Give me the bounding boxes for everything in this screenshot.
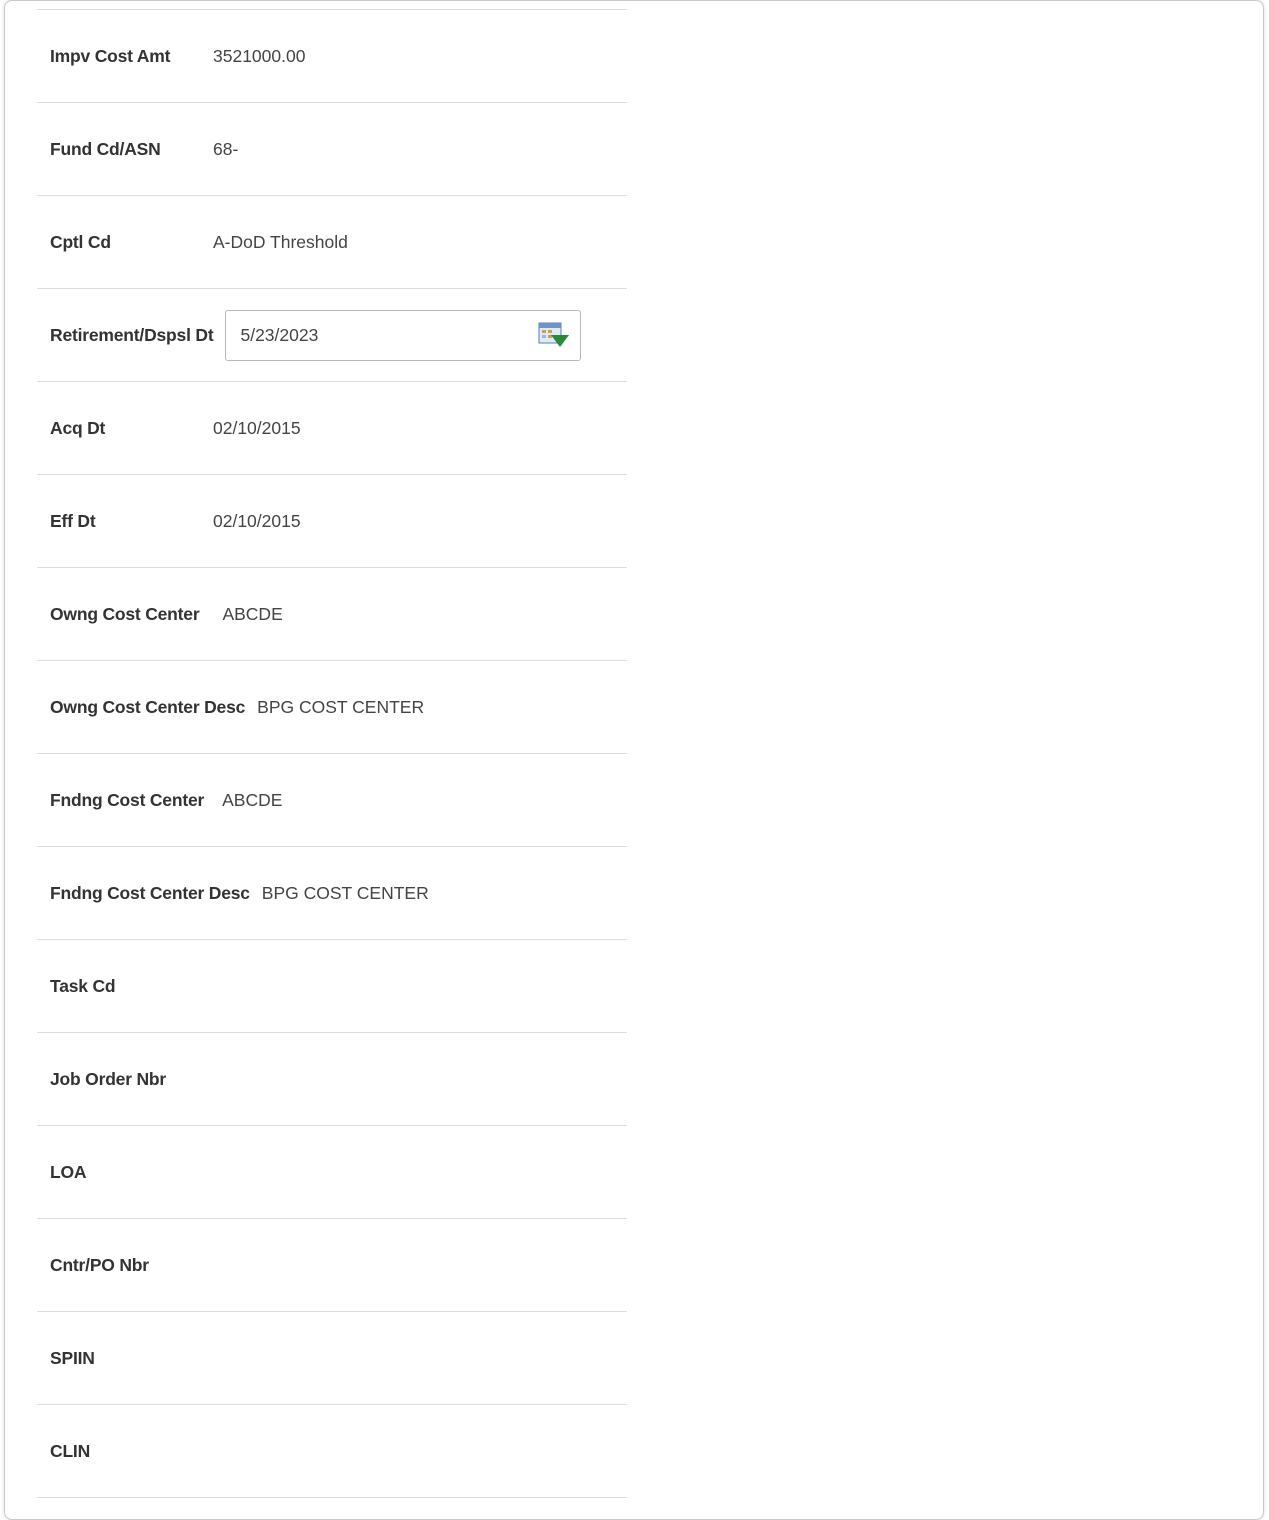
field-value: ABCDE	[222, 603, 283, 624]
calendar-icon[interactable]	[538, 321, 570, 349]
field-label: Fund Cd/ASN	[50, 138, 161, 159]
field-label: Eff Dt	[50, 510, 96, 531]
field-label: Fndng Cost Center Desc	[50, 882, 250, 903]
field-row-impv-cost-amt: Impv Cost Amt 3521000.00	[37, 10, 627, 103]
field-label: Job Order Nbr	[50, 1068, 167, 1089]
detail-panel: Impv Cost Amt 3521000.00 Fund Cd/ASN 68-…	[4, 0, 1264, 1520]
field-label: Fndng Cost Center	[50, 789, 205, 810]
field-label: Cntr/PO Nbr	[50, 1254, 149, 1275]
field-label: Retirement/Dspsl Dt	[50, 324, 214, 345]
field-value: BPG COST CENTER	[257, 696, 425, 717]
asset-detail-form: Impv Cost Amt 3521000.00 Fund Cd/ASN 68-…	[37, 9, 627, 1498]
field-row-owng-cost-center: Owng Cost Center ABCDE	[37, 568, 627, 661]
field-row-spiin: SPIIN	[37, 1312, 627, 1405]
field-row-eff-dt: Eff Dt 02/10/2015	[37, 475, 627, 568]
field-row-fndng-cost-center: Fndng Cost Center ABCDE	[37, 754, 627, 847]
field-label: Impv Cost Amt	[50, 45, 171, 66]
field-label: SPIIN	[50, 1347, 95, 1368]
field-row-loa: LOA	[37, 1126, 627, 1219]
field-value: 3521000.00	[213, 45, 306, 66]
field-label: Acq Dt	[50, 417, 106, 438]
field-row-retirement-dspsl-dt: Retirement/Dspsl Dt	[37, 289, 627, 382]
field-value: 02/10/2015	[213, 510, 301, 531]
field-row-task-cd: Task Cd	[37, 940, 627, 1033]
field-row-job-order-nbr: Job Order Nbr	[37, 1033, 627, 1126]
field-value: ABCDE	[222, 789, 283, 810]
field-label: LOA	[50, 1161, 87, 1182]
field-value: 02/10/2015	[213, 417, 301, 438]
field-row-cntr-po-nbr: Cntr/PO Nbr	[37, 1219, 627, 1312]
field-label: Cptl Cd	[50, 231, 111, 252]
field-row-fndng-cost-center-desc: Fndng Cost Center Desc BPG COST CENTER	[37, 847, 627, 940]
field-row-acq-dt: Acq Dt 02/10/2015	[37, 382, 627, 475]
field-label: CLIN	[50, 1440, 91, 1461]
field-row-fund-cd-asn: Fund Cd/ASN 68-	[37, 103, 627, 196]
retirement-date-picker[interactable]	[225, 309, 582, 361]
field-value: BPG COST CENTER	[261, 882, 429, 903]
field-value: A-DoD Threshold	[213, 231, 348, 252]
field-row-owng-cost-center-desc: Owng Cost Center Desc BPG COST CENTER	[37, 661, 627, 754]
retirement-date-input[interactable]	[240, 324, 491, 346]
field-label: Owng Cost Center Desc	[50, 696, 246, 717]
field-row-clin: CLIN	[37, 1405, 627, 1498]
field-row-cptl-cd: Cptl Cd A-DoD Threshold	[37, 196, 627, 289]
field-label: Task Cd	[50, 975, 116, 996]
field-label: Owng Cost Center	[50, 603, 200, 624]
field-value: 68-	[213, 138, 239, 159]
